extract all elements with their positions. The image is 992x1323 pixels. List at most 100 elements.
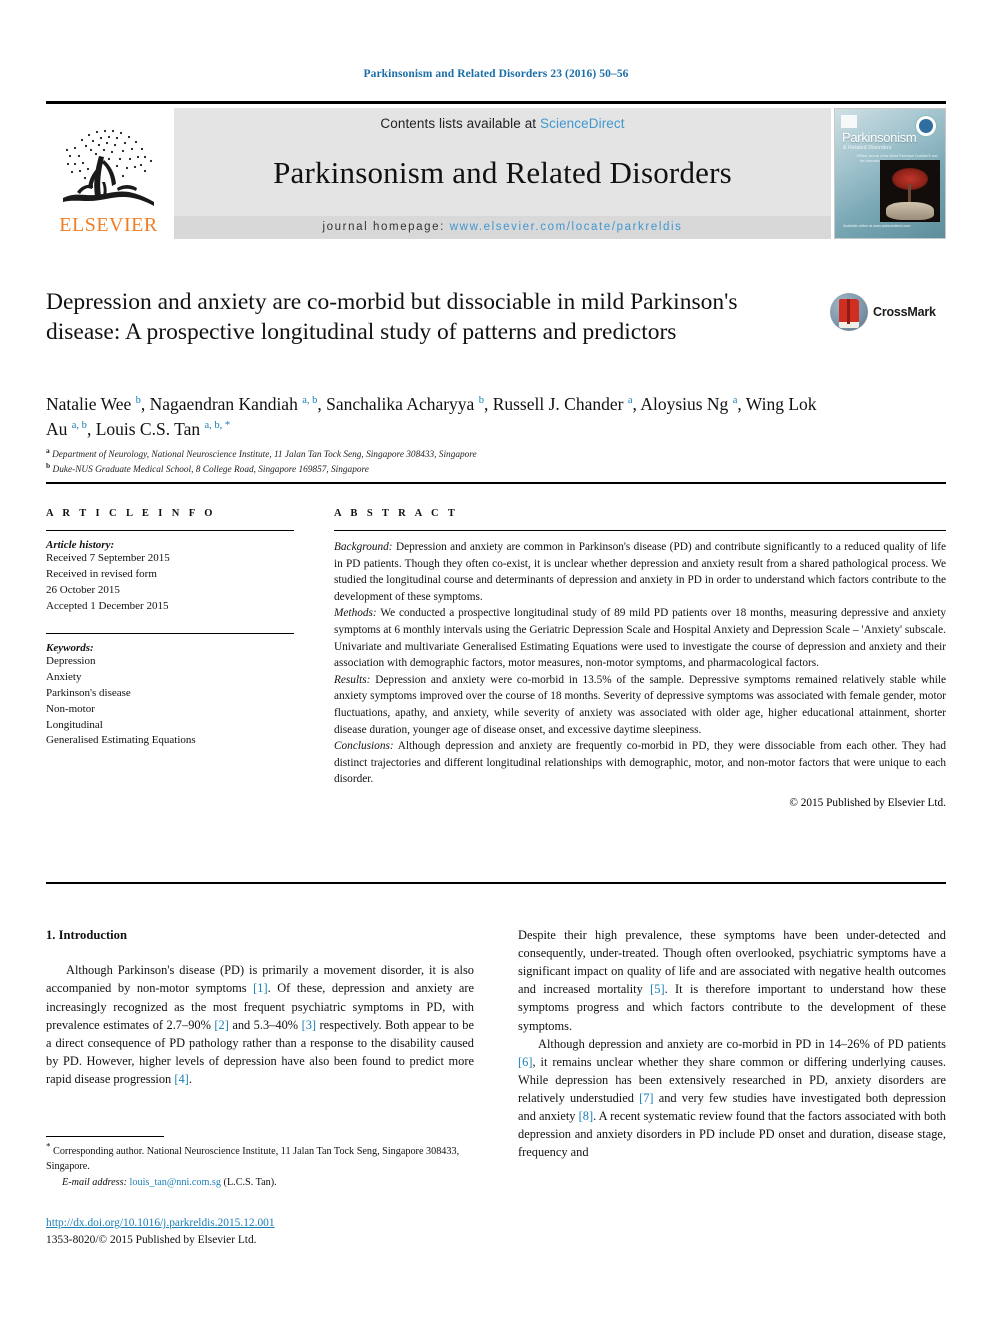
cover-title: Parkinsonism bbox=[842, 130, 917, 145]
abstract-section-label: Results: bbox=[334, 673, 371, 686]
abstract-section: Conclusions: Although depression and anx… bbox=[334, 740, 946, 786]
author-affiliation-mark: a, b, * bbox=[204, 420, 231, 432]
section-heading-introduction: 1. Introduction bbox=[46, 928, 127, 942]
keyword-item: Parkinson's disease bbox=[46, 686, 131, 699]
citation-link[interactable]: [3] bbox=[302, 1018, 316, 1032]
crossmark-label: CrossMark bbox=[873, 305, 936, 319]
issn-copyright-line: 1353-8020/© 2015 Published by Elsevier L… bbox=[46, 1234, 257, 1247]
abstract-section-label: Conclusions: bbox=[334, 740, 394, 753]
corresponding-author-note: * Corresponding author. National Neurosc… bbox=[46, 1141, 474, 1175]
cover-society-badge-icon bbox=[915, 115, 937, 137]
homepage-label: journal homepage: bbox=[322, 221, 450, 233]
keywords-rule bbox=[46, 632, 294, 634]
article-history-line: Received 7 September 2015 bbox=[46, 552, 170, 564]
crossmark-disc-icon bbox=[830, 293, 868, 331]
author-affiliation-mark: a bbox=[732, 395, 738, 407]
body-right-text: Despite their high prevalence, these sym… bbox=[518, 926, 946, 1161]
author-affiliation-mark: a bbox=[627, 395, 633, 407]
cover-photo bbox=[880, 160, 940, 222]
article-history-line: Accepted 1 December 2015 bbox=[46, 599, 169, 612]
body-paragraph: Despite their high prevalence, these sym… bbox=[518, 928, 946, 1033]
page-title: Depression and anxiety are co-morbid but… bbox=[46, 289, 738, 345]
author-name: Nagaendran Kandiah bbox=[149, 394, 303, 414]
info-abstract-region: A R T I C L E I N F O Article history: R… bbox=[46, 508, 946, 809]
sciencedirect-link[interactable]: ScienceDirect bbox=[540, 116, 625, 131]
affiliation-item: b Duke-NUS Graduate Medical School, 8 Co… bbox=[46, 460, 369, 476]
footnote-block: * Corresponding author. National Neurosc… bbox=[46, 1136, 474, 1190]
abstract-column: A B S T R A C T Background: Depression a… bbox=[334, 508, 946, 809]
author-name: Sanchalika Acharyya bbox=[326, 394, 479, 414]
affiliation-mark: a bbox=[46, 445, 50, 455]
asterisk-icon: * bbox=[46, 1141, 51, 1152]
body-column-left: 1. Introduction Although Parkinson's dis… bbox=[46, 926, 474, 1161]
keyword-item: Generalised Estimating Equations bbox=[46, 734, 196, 747]
citation-link[interactable]: [5] bbox=[650, 982, 664, 996]
abstract-section: Results: Depression and anxiety were co-… bbox=[334, 673, 946, 736]
doi-block: http://dx.doi.org/10.1016/j.parkreldis.2… bbox=[46, 1215, 474, 1249]
abstract-section: Methods: We conducted a prospective long… bbox=[334, 607, 946, 670]
article-history-heading: Article history: bbox=[46, 539, 115, 551]
article-info-rule bbox=[46, 530, 294, 531]
citation-link[interactable]: [1] bbox=[253, 981, 267, 995]
article-history-line: 26 October 2015 bbox=[46, 583, 120, 596]
journal-masthead: ELSEVIER Contents lists available at Sci… bbox=[46, 101, 946, 239]
author-affiliation-mark: a, b bbox=[302, 395, 318, 407]
contents-available-line: Contents lists available at ScienceDirec… bbox=[380, 116, 624, 131]
body-left-text: Although Parkinson's disease (PD) is pri… bbox=[46, 961, 474, 1088]
author-affiliation-mark: b bbox=[135, 395, 141, 407]
author-list: Natalie Wee b, Nagaendran Kandiah a, b, … bbox=[46, 394, 817, 439]
keyword-item: Longitudinal bbox=[46, 718, 103, 731]
body-paragraph: Although depression and anxiety are co-m… bbox=[518, 1036, 946, 1160]
running-head: Parkinsonism and Related Disorders 23 (2… bbox=[363, 68, 629, 80]
email-note: E-mail address: louis_tan@nni.com.sg (L.… bbox=[46, 1175, 474, 1190]
crossmark-badge[interactable]: CrossMark bbox=[830, 289, 936, 335]
cover-elsevier-logo-icon bbox=[841, 115, 857, 128]
body-column-right: Despite their high prevalence, these sym… bbox=[518, 926, 946, 1161]
keyword-item: Depression bbox=[46, 654, 96, 667]
divider-above-abstract bbox=[46, 482, 946, 484]
abstract-section: Background: Depression and anxiety are c… bbox=[334, 541, 946, 603]
corresponding-author-text: Corresponding author. National Neuroscie… bbox=[46, 1146, 460, 1173]
abstract-body: Background: Depression and anxiety are c… bbox=[334, 539, 946, 788]
doi-link[interactable]: http://dx.doi.org/10.1016/j.parkreldis.2… bbox=[46, 1215, 474, 1232]
author-name: Natalie Wee bbox=[46, 394, 136, 414]
journal-band: Contents lists available at ScienceDirec… bbox=[174, 108, 831, 239]
author-name: Russell J. Chander bbox=[492, 394, 628, 414]
keywords-heading: Keywords: bbox=[46, 641, 94, 654]
citation-link[interactable]: [4] bbox=[174, 1072, 188, 1086]
affiliation-item: a Department of Neurology, National Neur… bbox=[46, 445, 477, 460]
citation-link[interactable]: [6] bbox=[518, 1055, 532, 1069]
homepage-link[interactable]: www.elsevier.com/locate/parkreldis bbox=[450, 221, 683, 233]
article-page: Parkinsonism and Related Disorders 23 (2… bbox=[0, 0, 992, 1323]
elsevier-tree-icon bbox=[62, 129, 154, 206]
abstract-section-label: Methods: bbox=[334, 607, 377, 620]
citation-link[interactable]: [8] bbox=[579, 1109, 593, 1123]
article-info-column: A R T I C L E I N F O Article history: R… bbox=[46, 508, 294, 809]
contents-prefix: Contents lists available at bbox=[380, 116, 541, 131]
cover-photo-trunk bbox=[908, 184, 911, 204]
cover-photo-rock bbox=[886, 202, 934, 220]
citation-link[interactable]: [7] bbox=[639, 1091, 653, 1105]
elsevier-logo: ELSEVIER bbox=[46, 108, 171, 239]
email-owner: (L.C.S. Tan). bbox=[223, 1176, 277, 1188]
citation-link[interactable]: [2] bbox=[214, 1018, 228, 1032]
abstract-section-label: Background: bbox=[334, 541, 393, 553]
keyword-item: Anxiety bbox=[46, 670, 82, 683]
abstract-label: A B S T R A C T bbox=[334, 508, 459, 519]
abstract-copyright: © 2015 Published by Elsevier Ltd. bbox=[789, 796, 946, 809]
email-label: E-mail address: bbox=[62, 1176, 127, 1188]
elsevier-wordmark: ELSEVIER bbox=[59, 214, 158, 236]
body-paragraph: Although Parkinson's disease (PD) is pri… bbox=[46, 963, 474, 1087]
author-affiliation-mark: b bbox=[478, 395, 484, 407]
cover-footer-text: Available online at www.sciencedirect.co… bbox=[843, 224, 911, 229]
cover-subtitle: & Related Disorders bbox=[843, 145, 892, 151]
author-name: Louis C.S. Tan bbox=[95, 418, 205, 439]
journal-title: Parkinsonism and Related Disorders bbox=[273, 154, 732, 190]
author-name: Aloysius Ng bbox=[640, 394, 733, 414]
article-info-label: A R T I C L E I N F O bbox=[46, 508, 216, 519]
email-link[interactable]: louis_tan@nni.com.sg bbox=[130, 1177, 221, 1188]
author-affiliation-mark: a, b bbox=[71, 420, 87, 432]
body-columns: 1. Introduction Although Parkinson's dis… bbox=[46, 926, 946, 1161]
journal-cover-thumbnail: Parkinsonism & Related Disorders Officia… bbox=[834, 108, 946, 239]
footnote-rule bbox=[46, 1136, 164, 1137]
